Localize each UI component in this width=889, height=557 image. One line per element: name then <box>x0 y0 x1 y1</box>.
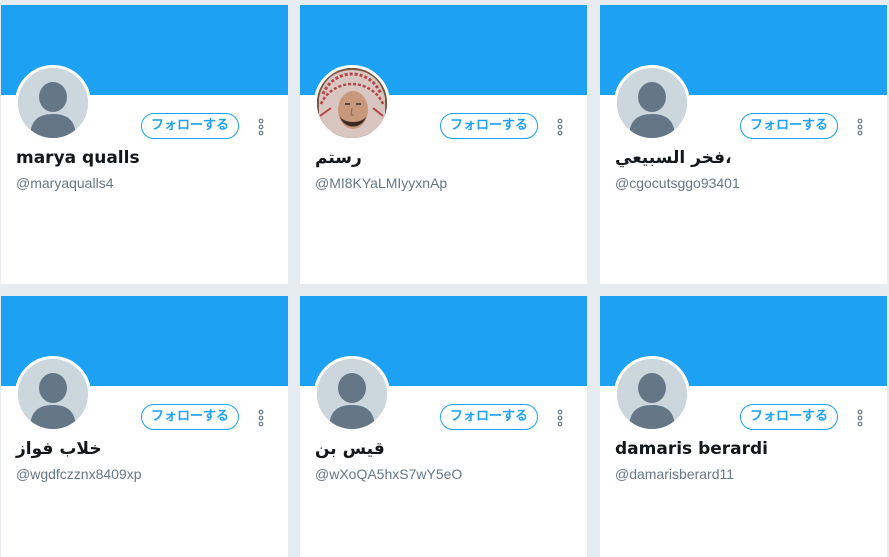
vertical-ellipsis-icon[interactable] <box>854 117 866 137</box>
vertical-ellipsis-icon[interactable] <box>554 408 566 428</box>
user-handle[interactable]: @wXoQA5hxS7wY5eO <box>315 466 462 482</box>
follow-button[interactable]: フォローする <box>740 404 838 430</box>
user-card[interactable]: フォローする رستم @MI8KYaLMIyyxnAp <box>300 5 587 284</box>
user-handle[interactable]: @MI8KYaLMIyyxnAp <box>315 175 447 191</box>
default-avatar-icon[interactable] <box>15 65 91 141</box>
follow-button[interactable]: フォローする <box>141 113 239 139</box>
user-handle[interactable]: @cgocutsggo93401 <box>615 175 740 191</box>
vertical-ellipsis-icon[interactable] <box>255 408 267 428</box>
user-handle[interactable]: @maryaqualls4 <box>16 175 113 191</box>
follow-button[interactable]: フォローする <box>141 404 239 430</box>
default-avatar-icon[interactable] <box>15 356 91 432</box>
default-avatar-icon[interactable] <box>314 356 390 432</box>
display-name[interactable]: marya qualls <box>16 148 140 168</box>
display-name[interactable]: خلاب فواز <box>16 439 102 459</box>
user-card[interactable]: フォローする قيس بن @wXoQA5hxS7wY5eO <box>300 296 587 557</box>
vertical-ellipsis-icon[interactable] <box>255 117 267 137</box>
follow-button[interactable]: フォローする <box>440 404 538 430</box>
display-name[interactable]: رستم <box>315 148 362 168</box>
default-avatar-icon[interactable] <box>614 65 690 141</box>
vertical-ellipsis-icon[interactable] <box>554 117 566 137</box>
follow-button[interactable]: フォローする <box>440 113 538 139</box>
user-card[interactable]: フォローする فخر السبيعي، @cgocutsggo93401 <box>600 5 887 284</box>
follow-button[interactable]: フォローする <box>740 113 838 139</box>
user-handle[interactable]: @damarisberard11 <box>615 466 734 482</box>
vertical-ellipsis-icon[interactable] <box>854 408 866 428</box>
user-card[interactable]: フォローする خلاب فواز @wgdfczznx8409xp <box>1 296 288 557</box>
user-card[interactable]: フォローする marya qualls @maryaqualls4 <box>1 5 288 284</box>
display-name[interactable]: فخر السبيعي، <box>615 148 732 168</box>
user-card[interactable]: フォローする damaris berardi @damarisberard11 <box>600 296 887 557</box>
profile-photo[interactable] <box>314 65 390 141</box>
display-name[interactable]: damaris berardi <box>615 439 768 459</box>
default-avatar-icon[interactable] <box>614 356 690 432</box>
user-handle[interactable]: @wgdfczznx8409xp <box>16 466 142 482</box>
display-name[interactable]: قيس بن <box>315 439 385 459</box>
